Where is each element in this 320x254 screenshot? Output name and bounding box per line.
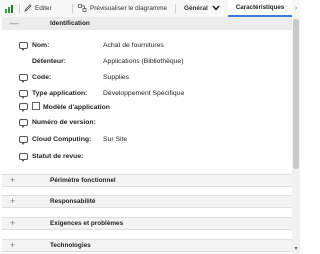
field-value[interactable]: Supplies: [103, 73, 129, 83]
section-perimetre-header[interactable]: + Périmètre fonctionnel: [2, 174, 292, 187]
chart-button[interactable]: [5, 0, 15, 17]
field-statut-revue: Statut de revue:: [0, 152, 292, 164]
bar-chart-icon: [5, 5, 13, 13]
field-nom: Nom: Achat de fournitures: [0, 41, 292, 53]
pencil-icon: [24, 3, 32, 14]
section-title: Périmètre fonctionnel: [50, 177, 116, 184]
section-exigences-header[interactable]: + Exigences et problèmes: [2, 217, 292, 230]
section-title: Responsabilité: [50, 198, 96, 205]
field-label: Statut de revue:: [32, 153, 84, 160]
comment-icon[interactable]: [19, 136, 28, 145]
expand-icon: +: [10, 218, 16, 228]
diagram-icon: [78, 3, 87, 14]
scroll-tabs-right-button[interactable]: ›: [292, 0, 300, 17]
general-dropdown[interactable]: Général: [184, 0, 220, 17]
collapse-icon: —: [10, 18, 19, 28]
section-title: Exigences et problèmes: [50, 220, 124, 227]
section-technologies-header[interactable]: + Technologies: [2, 239, 292, 252]
field-detenteur: Détenteur: Applications (Bibliothèque): [0, 57, 292, 69]
expand-icon: +: [10, 175, 16, 185]
vertical-scrollbar[interactable]: ▾: [292, 17, 300, 254]
field-label: Modèle d'application: [32, 102, 110, 113]
section-title: Technologies: [50, 242, 91, 249]
field-label: Type application:: [32, 90, 88, 97]
field-label: Nom:: [32, 42, 50, 49]
comment-icon[interactable]: [19, 74, 28, 83]
field-value[interactable]: Sur Site: [103, 135, 127, 145]
section-title: Identification: [50, 20, 90, 27]
field-label: Numéro de version:: [32, 119, 96, 126]
field-value[interactable]: Achat de fournitures: [103, 41, 164, 51]
field-type-application: Type application: Développement Spécifiq…: [0, 89, 292, 101]
modele-checkbox[interactable]: [32, 102, 40, 110]
comment-icon[interactable]: [19, 103, 28, 112]
section-responsabilite-header[interactable]: + Responsabilité: [2, 195, 292, 208]
scrollbar-thumb[interactable]: [293, 19, 299, 169]
toolbar: Editer Prévisualiser le diagramme Généra…: [0, 0, 300, 18]
checkbox-label: Modèle d'application: [43, 104, 110, 111]
field-numero-version: Numéro de version:: [0, 118, 292, 130]
characteristics-label: Caractéristiques: [235, 4, 285, 11]
comment-icon[interactable]: [19, 153, 28, 162]
field-label: Détenteur:: [32, 58, 66, 65]
field-label: Code:: [32, 74, 52, 81]
general-label: Général: [184, 5, 208, 12]
properties-panel: — Identification Nom: Achat de fournitur…: [0, 17, 292, 254]
field-value[interactable]: Développement Spécifique: [103, 89, 184, 99]
edit-label: Editer: [35, 5, 52, 12]
tab-characteristics[interactable]: Caractéristiques: [228, 0, 292, 17]
expand-icon: +: [10, 196, 16, 206]
chevron-down-icon: [212, 5, 220, 13]
section-identification-header[interactable]: — Identification: [2, 17, 292, 30]
field-cloud-computing: Cloud Computing: Sur Site: [0, 135, 292, 147]
toolbar-divider: [72, 4, 73, 13]
toolbar-divider: [175, 4, 176, 13]
field-modele: Modèle d'application: [0, 102, 292, 114]
comment-icon[interactable]: [19, 42, 28, 51]
chevron-right-icon: ›: [294, 5, 298, 12]
comment-icon[interactable]: [19, 119, 28, 128]
field-label: Cloud Computing:: [32, 136, 92, 143]
comment-icon[interactable]: [19, 90, 28, 99]
toolbar-divider: [19, 4, 20, 13]
preview-diagram-button[interactable]: Prévisualiser le diagramme: [78, 0, 167, 17]
scroll-down-icon[interactable]: ▾: [292, 245, 300, 254]
field-code: Code: Supplies: [0, 73, 292, 85]
field-value[interactable]: Applications (Bibliothèque): [103, 57, 183, 67]
edit-button[interactable]: Editer: [24, 0, 52, 17]
preview-label: Prévisualiser le diagramme: [90, 5, 168, 12]
expand-icon: +: [10, 240, 16, 250]
